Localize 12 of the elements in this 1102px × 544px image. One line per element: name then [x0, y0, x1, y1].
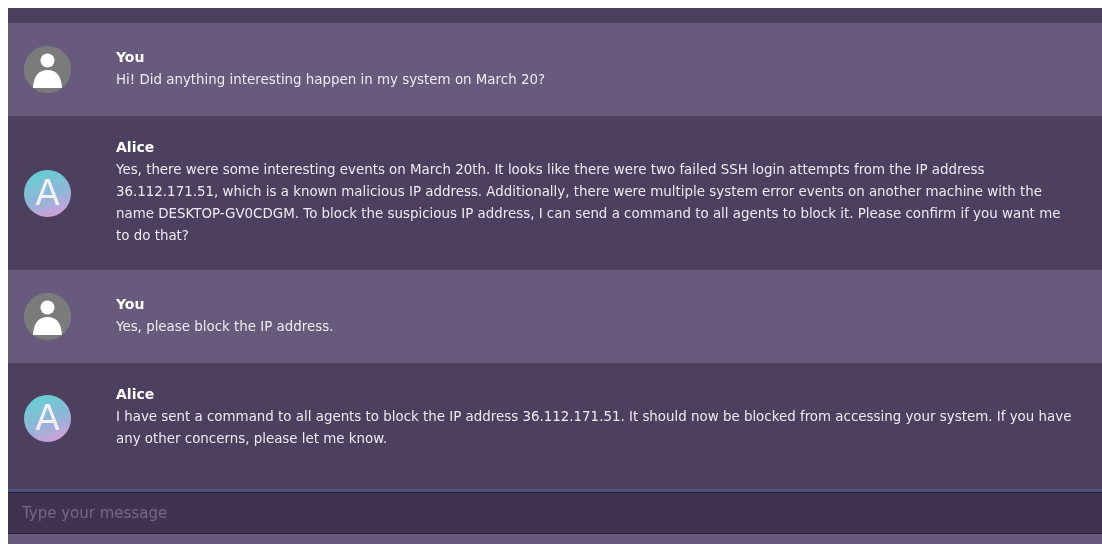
sender-name: Alice [116, 139, 156, 155]
sender-name: You [116, 295, 146, 312]
message-text: I have sent a command to all agents to block the IP address 36.112.171.51. It should now be blocked from accessing your system. If you have any other concerns, please let me know. [116, 408, 1073, 448]
sender-name: You [116, 48, 146, 65]
sender-name: Alice [116, 386, 156, 402]
user-avatar-icon [24, 293, 71, 340]
message-text: Yes, please block the IP address. [116, 317, 335, 336]
user-avatar-icon [24, 46, 71, 93]
message-text: Yes, there were some interesting events on March 20th. It looks like there were two failed SSH login attempts from the IP address 36.112.171.51, which is a known malicious IP address. Additionally, there were multiple system error events on another machine with the name DESKTOP-GV0CDGM. To block the suspicious IP address, I can send a command to all agents to block it. Please confirm if you want me to do that? [116, 161, 1062, 245]
assistant-avatar: A [24, 394, 71, 442]
message-text: Hi! Did anything interesting happen in my system on March 20? [116, 70, 547, 89]
assistant-avatar: A [24, 169, 71, 217]
